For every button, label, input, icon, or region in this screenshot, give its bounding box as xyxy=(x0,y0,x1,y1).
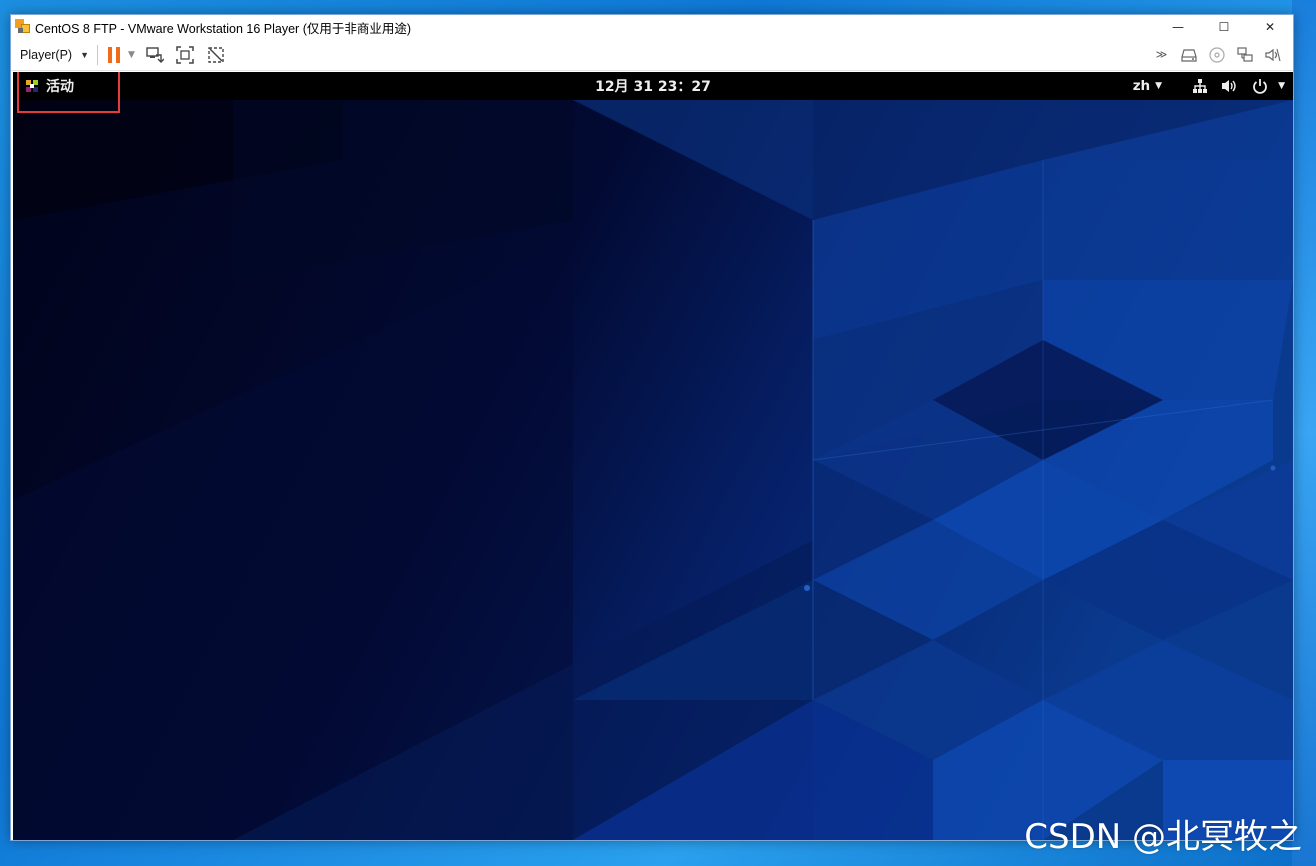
windows-desktop-background xyxy=(1292,0,1316,866)
close-button[interactable]: ✕ xyxy=(1247,15,1293,39)
activities-highlight-box xyxy=(17,72,120,113)
cd-icon[interactable] xyxy=(1207,44,1227,66)
unity-icon[interactable] xyxy=(205,44,227,66)
fullscreen-icon[interactable] xyxy=(174,44,196,66)
maximize-icon: ☐ xyxy=(1218,20,1230,34)
watermark: CSDN @北冥牧之 xyxy=(1024,817,1302,857)
close-icon: ✕ xyxy=(1264,20,1276,34)
clock-container: 12月 31 23：27 xyxy=(13,76,1293,96)
date-time-clock[interactable]: 12月 31 23：27 xyxy=(595,79,711,95)
chevron-down-icon: ▼ xyxy=(80,49,90,60)
send-ctrl-alt-del-icon[interactable] xyxy=(143,44,165,66)
toolbar-divider xyxy=(97,44,99,65)
input-language-menu[interactable]: zh ▼ xyxy=(1133,78,1162,94)
network-adapter-icon[interactable] xyxy=(1235,44,1255,66)
minimize-button[interactable]: — xyxy=(1155,15,1201,39)
minimize-icon: — xyxy=(1172,20,1184,34)
vmware-player-window: CentOS 8 FTP - VMware Workstation 16 Pla… xyxy=(10,14,1294,841)
window-title: CentOS 8 FTP - VMware Workstation 16 Pla… xyxy=(35,21,412,36)
power-icon xyxy=(1250,76,1270,96)
pause-button[interactable] xyxy=(108,46,121,64)
pause-menu-chevron-icon[interactable]: ▼ xyxy=(128,50,135,60)
title-bar[interactable]: CentOS 8 FTP - VMware Workstation 16 Pla… xyxy=(11,15,1293,39)
pause-icon xyxy=(108,46,113,63)
volume-icon xyxy=(1220,76,1240,96)
player-menu-label: Player(P) xyxy=(20,47,73,62)
system-menu[interactable]: ▼ xyxy=(1190,76,1285,96)
vmware-logo-icon xyxy=(15,19,31,35)
chevron-down-icon: ▼ xyxy=(1278,81,1285,91)
more-icon[interactable]: ≫ xyxy=(1151,44,1171,66)
network-icon xyxy=(1190,76,1210,96)
language-label: zh xyxy=(1132,78,1151,94)
player-menu-button[interactable]: Player(P) ▼ xyxy=(20,43,89,67)
chevron-down-icon: ▼ xyxy=(1155,81,1163,91)
system-tray: zh ▼ ▼ xyxy=(1133,72,1285,100)
gnome-top-bar: 活动 12月 31 23：27 zh ▼ ▼ xyxy=(13,72,1293,100)
device-toolbar: ≫ xyxy=(1151,44,1283,66)
vm-display[interactable]: 活动 12月 31 23：27 zh ▼ ▼ xyxy=(13,72,1293,840)
gnome-wallpaper xyxy=(13,100,1293,840)
maximize-button[interactable]: ☐ xyxy=(1201,15,1247,39)
window-controls: — ☐ ✕ xyxy=(1155,15,1293,39)
hard-disk-icon[interactable] xyxy=(1179,44,1199,66)
sound-icon[interactable] xyxy=(1263,44,1283,66)
player-toolbar: Player(P) ▼ ▼ ≫ xyxy=(11,39,1293,71)
